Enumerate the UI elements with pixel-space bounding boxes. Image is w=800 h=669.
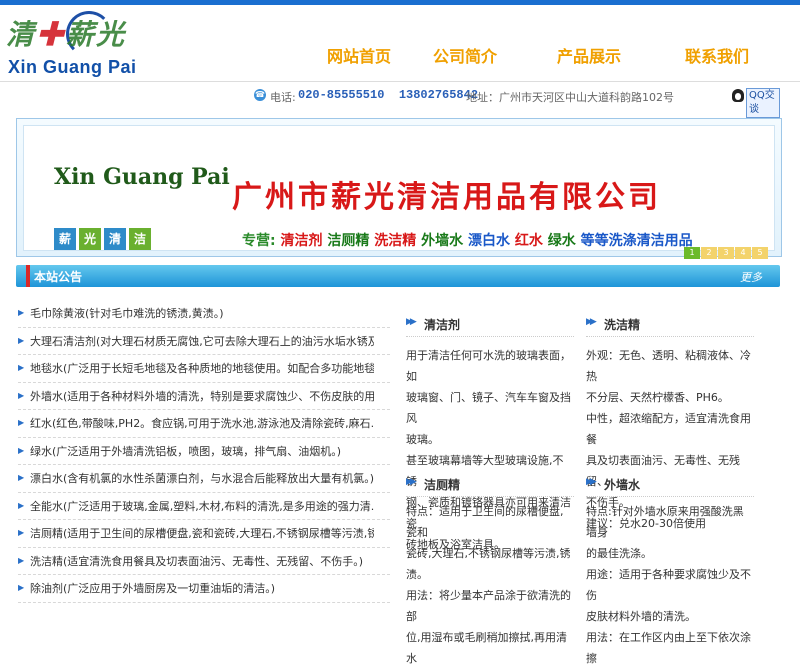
- header-divider: [0, 81, 800, 82]
- banner-product: 洗洁精: [374, 233, 417, 249]
- main-nav: 网站首页 公司简介 产品展示 联系我们: [300, 43, 780, 67]
- bullet-icon: ▶: [18, 390, 25, 400]
- banner-block: 洁: [129, 228, 151, 250]
- pager-dot[interactable]: 2: [701, 247, 717, 259]
- list-item[interactable]: ▶ 外墙水(适用于各种材料外墙的清洗，特别是要求腐蚀少、不伤皮肤的用户。): [18, 383, 390, 410]
- banner-block: 光: [79, 228, 101, 250]
- product-waiqiangshui: ▶▶ 外墙水 特点:针对外墙水原来用强酸洗黑墙身 的最佳洗涤。 用途：适用于各种要…: [586, 470, 754, 669]
- banner-blocks: 薪光清洁: [54, 228, 154, 252]
- nav-contact[interactable]: 联系我们: [685, 43, 749, 67]
- list-item[interactable]: ▶ 大理石清洁剂(对大理石材质无腐蚀,它可去除大理石上的油污水垢水锈及...: [18, 328, 390, 355]
- phone-numbers: 020-85555510 13802765842: [298, 88, 479, 102]
- list-item[interactable]: ▶ 漂白水(含有机氯的水性杀菌漂白剂，与水混合后能释放出大量有机氯。): [18, 465, 390, 493]
- list-item[interactable]: ▶ 洁厕精(适用于卫生间的尿槽便盘,瓷和瓷砖,大理石,不锈钢尿槽等污渍,锈...: [18, 520, 390, 548]
- banner-product: 外墙水: [421, 233, 464, 249]
- banner-product: 清洁剂: [280, 233, 323, 249]
- pager-dot[interactable]: 3: [718, 247, 734, 259]
- product-description: 特点:针对外墙水原来用强酸洗黑墙身 的最佳洗涤。 用途：适用于各种要求腐蚀少及不…: [586, 505, 751, 665]
- banner-english-name: Xin Guang Pai: [54, 164, 230, 190]
- qq-chat-button[interactable]: QQ交谈: [732, 88, 780, 118]
- double-arrow-icon: ▶▶: [586, 477, 597, 487]
- bullet-icon: ▶: [18, 473, 25, 482]
- list-item[interactable]: ▶ 毛巾除黄液(针对毛巾难洗的锈渍,黄渍。): [18, 300, 390, 328]
- pager-dot[interactable]: 1: [684, 247, 700, 259]
- banner-company-name: 广州市薪光清洁用品有限公司: [232, 180, 661, 215]
- double-arrow-icon: ▶▶: [406, 477, 417, 487]
- list-item[interactable]: ▶ 全能水(广泛适用于玻璃,金属,塑料,木材,布料的清洗,是多用途的强力清...: [18, 493, 390, 520]
- list-item[interactable]: ▶ 除油剂(广泛应用于外墙厨房及一切重油垢的清洁。): [18, 575, 390, 603]
- banner-products-line: 专营: 清洁剂 洁厕精 洗洁精 外墙水 漂白水 红水 绿水 等等洗涤清洁用品: [242, 230, 693, 250]
- banner-product: 红水: [514, 233, 543, 249]
- banner-pager: 12345: [684, 244, 769, 259]
- nav-products[interactable]: 产品展示: [557, 43, 621, 67]
- notice-title: 本站公告: [25, 265, 83, 287]
- product-jiecejing: ▶▶ 洁厕精 特点：适用于卫生间的尿槽便盘,瓷和 瓷砖,大理石,不锈钢尿槽等污渍,…: [406, 470, 574, 669]
- nav-home[interactable]: 网站首页: [327, 43, 391, 67]
- phone-label: 电话:: [270, 91, 296, 104]
- bullet-icon: ▶: [18, 555, 25, 565]
- banner-main-label: 专营:: [242, 233, 276, 249]
- bullet-icon: ▶: [18, 528, 25, 537]
- bullet-icon: ▶: [18, 500, 25, 510]
- banner-product: 漂白水: [467, 233, 510, 249]
- bullet-icon: ▶: [18, 308, 25, 317]
- double-arrow-icon: ▶▶: [586, 317, 597, 327]
- notice-more-link[interactable]: 更多: [740, 269, 762, 285]
- list-item[interactable]: ▶ 地毯水(广泛用于长短毛地毯及各种质地的地毯使用。如配合多功能地毯机...: [18, 355, 390, 383]
- pager-dot[interactable]: 4: [735, 247, 751, 259]
- hero-banner[interactable]: Xin Guang Pai 薪光清洁 广州市薪光清洁用品有限公司 专营: 清洁剂…: [16, 118, 782, 257]
- phone-icon: ☎: [254, 89, 266, 101]
- double-arrow-icon: ▶▶: [406, 317, 417, 327]
- banner-block: 清: [104, 228, 126, 250]
- list-item[interactable]: ▶ 洗洁精(适宜清洗食用餐具及切表面油污、无毒性、无残留、不伤手。): [18, 548, 390, 575]
- site-header: 清✚薪光 Xin Guang Pai 网站首页 公司简介 产品展示 联系我们: [0, 5, 800, 81]
- bullet-icon: ▶: [18, 418, 25, 427]
- product-heading[interactable]: ▶▶ 外墙水: [586, 470, 754, 497]
- product-description: 特点：适用于卫生间的尿槽便盘,瓷和 瓷砖,大理石,不锈钢尿槽等污渍,锈 渍。 用…: [406, 505, 571, 665]
- contact-strip: ☎ 电话: 020-85555510 13802765842 地址：广州市天河区…: [250, 88, 800, 106]
- bullet-icon: ▶: [18, 445, 25, 455]
- bullet-icon: ▶: [18, 363, 25, 372]
- list-item[interactable]: ▶ 红水(红色,带酸味,PH2。食应锅,可用于洗水池,游泳池及清除瓷砖,麻石...: [18, 410, 390, 438]
- banner-product: 洁厕精: [327, 233, 370, 249]
- address-text: 地址：广州市天河区中山大道科韵路102号: [466, 91, 674, 104]
- nav-about[interactable]: 公司简介: [433, 43, 497, 67]
- banner-block: 薪: [54, 228, 76, 250]
- list-item[interactable]: ▶ 绿水(广泛适用于外墙清洗铝板，喷图，玻璃，排气扇、油烟机。): [18, 438, 390, 465]
- logo-graphic: 清✚薪光: [6, 18, 127, 51]
- logo-text: Xin Guang Pai: [8, 57, 137, 77]
- site-logo[interactable]: 清✚薪光 Xin Guang Pai: [6, 11, 181, 79]
- pager-dot[interactable]: 5: [752, 247, 768, 259]
- bullet-icon: ▶: [18, 583, 25, 592]
- product-heading[interactable]: ▶▶ 清洁剂: [406, 310, 574, 337]
- banner-product: 等等洗涤清洁用品: [580, 233, 693, 249]
- qq-chat-label: QQ交谈: [746, 88, 780, 118]
- bullet-icon: ▶: [18, 335, 25, 345]
- banner-product: 绿水: [547, 233, 576, 249]
- banner-panel: Xin Guang Pai 薪光清洁 广州市薪光清洁用品有限公司 专营: 清洁剂…: [23, 125, 775, 251]
- product-heading[interactable]: ▶▶ 洗洁精: [586, 310, 754, 337]
- notice-list: ▶ 毛巾除黄液(针对毛巾难洗的锈渍,黄渍。) ▶ 大理石清洁剂(对大理石材质无腐蚀,…: [18, 300, 390, 603]
- notice-header-bar: 本站公告 更多: [16, 265, 780, 287]
- product-heading[interactable]: ▶▶ 洁厕精: [406, 470, 574, 497]
- qq-penguin-icon: [732, 89, 744, 102]
